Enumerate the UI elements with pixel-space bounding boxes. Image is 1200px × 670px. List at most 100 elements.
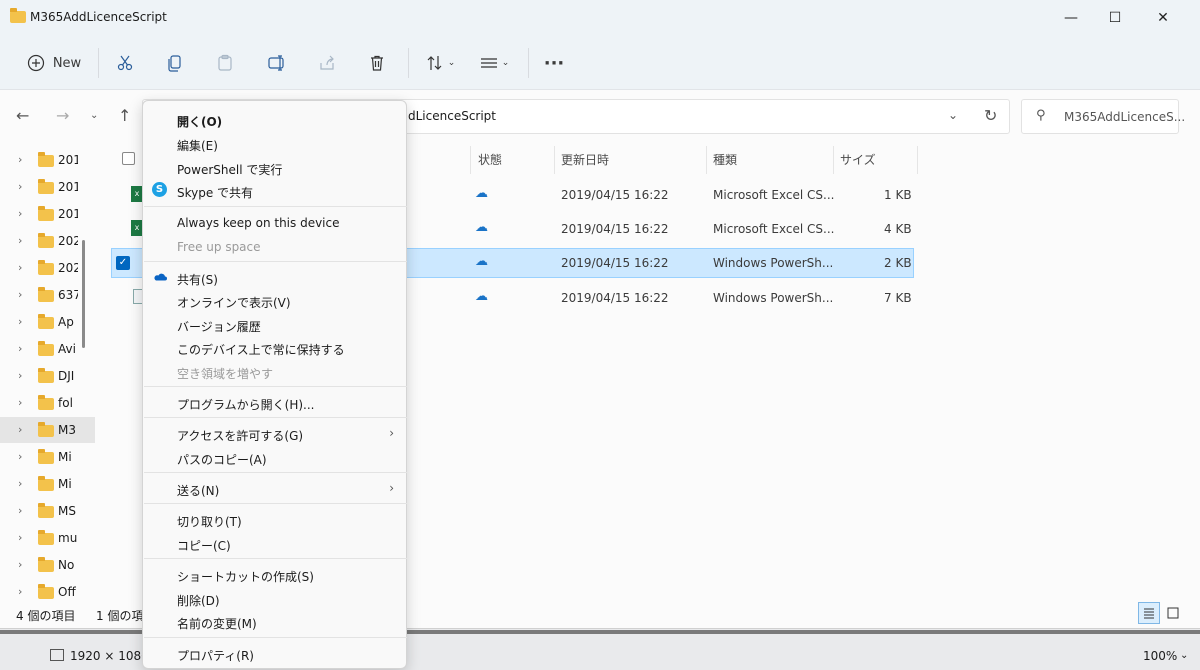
file-size: 2 KB	[884, 256, 912, 270]
zoom-level[interactable]: 100%	[1143, 649, 1177, 663]
file-size: 7 KB	[884, 291, 912, 305]
nav-item-label: mu	[58, 531, 78, 545]
chevron-right-icon: ›	[18, 315, 23, 328]
copy-button[interactable]	[162, 48, 188, 78]
maximize-button[interactable]: ☐	[1100, 6, 1130, 30]
up-arrow-icon[interactable]: ↑	[118, 106, 131, 125]
chevron-down-icon[interactable]: ⌄	[1180, 650, 1188, 661]
menu-item-share[interactable]: 共有(S)	[143, 267, 406, 289]
menu-item-label: ショートカットの作成(S)	[177, 570, 314, 584]
menu-item-create-shortcut[interactable]: ショートカットの作成(S)	[143, 564, 406, 586]
new-button[interactable]: New	[22, 48, 86, 78]
screen-icon	[50, 649, 64, 661]
column-header-type[interactable]: 種類	[713, 151, 737, 168]
column-header-size[interactable]: サイズ	[840, 151, 876, 168]
back-arrow-icon[interactable]: ←	[16, 106, 29, 125]
nav-folder-item[interactable]: › Off	[0, 579, 95, 605]
more-options-icon[interactable]: ···	[540, 48, 568, 78]
nav-folder-item[interactable]: › 202	[0, 228, 95, 254]
menu-item-open[interactable]: 開く(O)	[143, 109, 406, 131]
list-view-icon	[480, 58, 497, 68]
nav-folder-item[interactable]: › Avi	[0, 336, 95, 362]
close-button[interactable]: ✕	[1148, 6, 1178, 30]
menu-item-copy-path[interactable]: パスのコピー(A)	[143, 447, 406, 469]
nav-folder-item[interactable]: › fol	[0, 390, 95, 416]
nav-folder-item[interactable]: › Mi	[0, 471, 95, 497]
nav-scrollbar[interactable]	[82, 240, 85, 348]
address-dropdown-icon[interactable]: ⌄	[948, 108, 958, 122]
refresh-icon[interactable]: ↻	[984, 106, 997, 125]
forward-arrow-icon[interactable]: →	[56, 106, 69, 125]
chevron-right-icon: ›	[18, 504, 23, 517]
command-bar: New ⌄ ⌄ ···	[0, 36, 1200, 90]
item-count: 4 個の項目	[16, 609, 76, 623]
menu-item-send-to[interactable]: 送る(N) ›	[143, 478, 406, 500]
nav-folder-item-selected[interactable]: › M3	[0, 417, 95, 443]
menu-item-skype-share[interactable]: S Skype で共有	[143, 180, 406, 202]
folder-icon	[38, 287, 54, 302]
menu-item-view-online[interactable]: オンラインで表示(V)	[143, 290, 406, 312]
folder-icon	[38, 584, 54, 599]
menu-item-properties[interactable]: プロパティ(R)	[143, 643, 406, 665]
file-type: Windows PowerSh...	[713, 256, 834, 270]
checkbox-checked-icon[interactable]: ✓	[116, 256, 130, 270]
menu-item-give-access[interactable]: アクセスを許可する(G) ›	[143, 423, 406, 445]
menu-item-label: オンラインで表示(V)	[177, 296, 291, 310]
details-view-button[interactable]	[1138, 602, 1160, 624]
chevron-right-icon: ›	[18, 558, 23, 571]
folder-icon	[38, 395, 54, 410]
rename-button[interactable]	[264, 48, 290, 78]
menu-item-run-powershell[interactable]: PowerShell で実行	[143, 157, 406, 179]
nav-item-label: 201	[58, 207, 78, 221]
nav-folder-item[interactable]: › Ap	[0, 309, 95, 335]
nav-folder-item[interactable]: › 202	[0, 255, 95, 281]
delete-button[interactable]	[364, 48, 390, 78]
menu-item-always-keep[interactable]: Always keep on this device	[143, 212, 406, 234]
column-header-modified[interactable]: 更新日時	[561, 151, 609, 168]
folder-icon	[38, 449, 54, 464]
menu-item-rename[interactable]: 名前の変更(M)	[143, 611, 406, 633]
nav-folder-item[interactable]: › 637	[0, 282, 95, 308]
divider	[408, 48, 409, 78]
chevron-right-icon: ›	[18, 450, 23, 463]
column-divider	[917, 146, 918, 174]
column-divider	[470, 146, 471, 174]
tiles-view-button[interactable]	[1162, 602, 1184, 624]
cut-button[interactable]	[112, 48, 138, 78]
paste-button[interactable]	[212, 48, 238, 78]
folder-icon	[38, 530, 54, 545]
menu-item-label: プロパティ(R)	[177, 649, 254, 663]
recent-chevron-icon[interactable]: ⌄	[90, 110, 98, 121]
nav-folder-item[interactable]: › DJI	[0, 363, 95, 389]
view-button[interactable]: ⌄	[474, 48, 514, 78]
nav-folder-item[interactable]: › 201	[0, 201, 95, 227]
select-all-checkbox[interactable]	[122, 152, 135, 165]
nav-folder-item[interactable]: › No	[0, 552, 95, 578]
menu-item-label: プログラムから開く(H)...	[177, 398, 315, 412]
nav-folder-item[interactable]: › mu	[0, 525, 95, 551]
menu-item-open-with[interactable]: プログラムから開く(H)...	[143, 392, 406, 414]
menu-item-edit[interactable]: 編集(E)	[143, 133, 406, 155]
minimize-button[interactable]: —	[1056, 6, 1086, 30]
folder-icon	[38, 314, 54, 329]
nav-folder-item[interactable]: › 201	[0, 174, 95, 200]
menu-item-cut[interactable]: 切り取り(T)	[143, 509, 406, 531]
menu-item-delete[interactable]: 削除(D)	[143, 588, 406, 610]
file-size: 4 KB	[884, 222, 912, 236]
folder-icon	[38, 206, 54, 221]
tiles-view-icon	[1167, 607, 1179, 619]
nav-folder-item[interactable]: › Mi	[0, 444, 95, 470]
details-view-icon	[1144, 608, 1154, 619]
menu-item-version-history[interactable]: バージョン履歴	[143, 314, 406, 336]
chevron-right-icon: ›	[18, 153, 23, 166]
nav-folder-item[interactable]: › MS	[0, 498, 95, 524]
sort-button[interactable]: ⌄	[420, 48, 460, 78]
menu-item-keep-on-device[interactable]: このデバイス上で常に保持する	[143, 337, 406, 359]
menu-item-copy[interactable]: コピー(C)	[143, 533, 406, 555]
menu-item-label: 共有(S)	[177, 273, 218, 287]
nav-item-label: Ap	[58, 315, 74, 329]
nav-folder-item[interactable]: › 201	[0, 147, 95, 173]
column-header-status[interactable]: 状態	[478, 151, 502, 168]
trash-icon	[371, 55, 383, 71]
share-button[interactable]	[314, 48, 340, 78]
